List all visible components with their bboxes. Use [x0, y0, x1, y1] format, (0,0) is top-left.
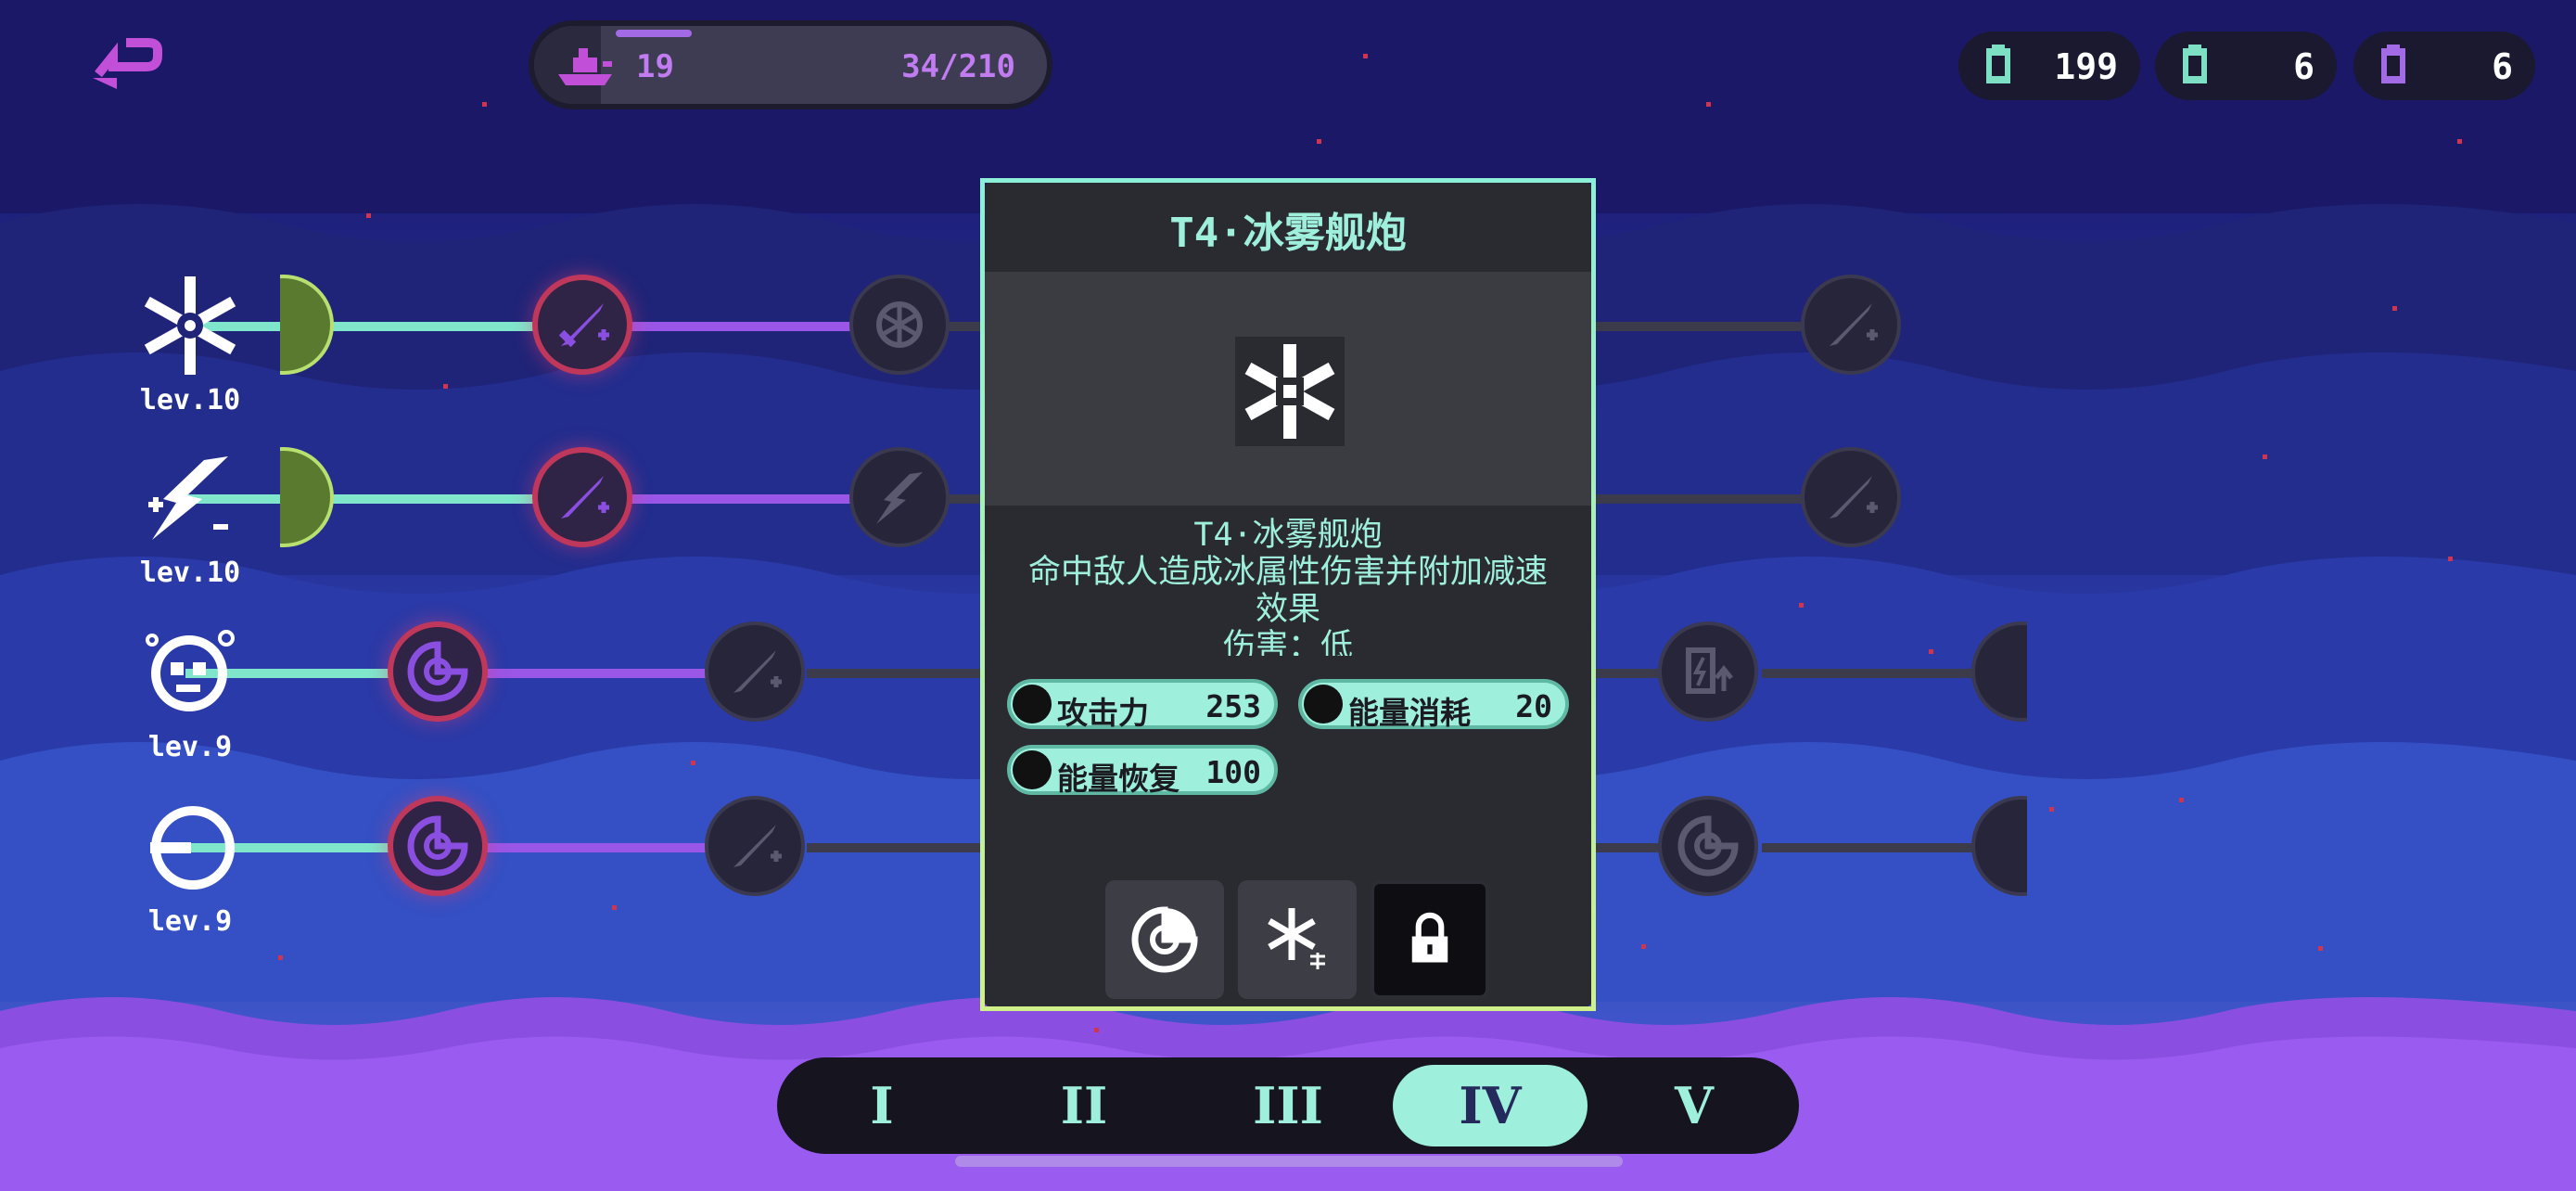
- path-line: [631, 494, 853, 504]
- battery-up-icon: [1686, 647, 1733, 694]
- path-line: [1762, 843, 1975, 852]
- purple-cell-icon: [2381, 45, 2405, 83]
- ice-lightning-icon[interactable]: [139, 447, 241, 549]
- stat-attack: 攻击力 253: [1007, 679, 1278, 731]
- sword-plus-node[interactable]: [705, 621, 805, 722]
- radar-icon: [1677, 815, 1739, 877]
- tab-tier-1[interactable]: I: [784, 1065, 979, 1146]
- sword-plus-node[interactable]: [1801, 447, 1901, 547]
- tab-tier-2[interactable]: II: [987, 1065, 1181, 1146]
- sword-plus-node[interactable]: [532, 275, 632, 375]
- back-arrow-icon[interactable]: [89, 37, 172, 93]
- xp-progress: [616, 30, 692, 37]
- path-line: [487, 669, 709, 678]
- stat-value: 100: [1205, 754, 1261, 790]
- radar-icon: [407, 815, 468, 877]
- desc-line: 命中敌人造成冰属性伤害并附加减速: [1027, 554, 1548, 591]
- snowflake-upgrade-icon: [1268, 908, 1329, 971]
- stat-label: 能量消耗: [1348, 695, 1471, 731]
- row-level: lev.10: [139, 384, 241, 416]
- slot-snowflake-upgrade[interactable]: [1238, 880, 1357, 999]
- path-line: [487, 843, 709, 852]
- teal-cell-icon: [2183, 45, 2207, 83]
- sword-plus-node[interactable]: [1801, 275, 1901, 375]
- lock-icon: [1411, 912, 1448, 963]
- weapon-description: T4·冰雾舰炮 命中敌人造成冰属性伤害并附加减速 效果 伤害：低: [994, 517, 1582, 656]
- desc-line: 伤害：低: [1222, 628, 1353, 656]
- radar-node[interactable]: [388, 621, 488, 722]
- sword-plus-node[interactable]: [532, 447, 632, 547]
- node-partial[interactable]: [280, 447, 336, 547]
- stat-label: 攻击力: [1057, 695, 1149, 731]
- resource-value: 6: [2293, 46, 2315, 87]
- resource-value: 199: [2054, 46, 2118, 87]
- resource-battery[interactable]: 199: [1958, 32, 2140, 100]
- radar-node[interactable]: [1658, 796, 1758, 896]
- row-level: lev.9: [147, 905, 233, 938]
- sword-plus-icon: [1830, 476, 1878, 519]
- path-line: [1762, 669, 1975, 678]
- ship-icon: [558, 48, 612, 85]
- node-partial[interactable]: [1971, 621, 2027, 722]
- desc-title: T4·冰雾舰炮: [1193, 517, 1383, 554]
- skull-cloud-icon[interactable]: [139, 621, 241, 724]
- path-line: [946, 494, 983, 504]
- stat-dot: [1304, 685, 1343, 724]
- slot-radar[interactable]: [1105, 880, 1224, 999]
- stat-dot: [1013, 750, 1052, 789]
- path-line: [1595, 322, 1808, 331]
- resource-teal-cell[interactable]: 6: [2155, 32, 2337, 100]
- stat-dot: [1013, 685, 1052, 724]
- path-line: [807, 843, 983, 852]
- row-level: lev.10: [139, 557, 241, 589]
- sword-plus-icon: [733, 650, 782, 693]
- resource-purple-cell[interactable]: 6: [2353, 32, 2535, 100]
- node-partial[interactable]: [280, 275, 336, 375]
- sword-plus-node[interactable]: [705, 796, 805, 896]
- desc-line: 效果: [1255, 591, 1320, 628]
- energy-up-node[interactable]: [1658, 621, 1758, 722]
- ship-xp: 34/210: [901, 48, 1015, 85]
- path-line: [946, 322, 983, 331]
- stat-value: 20: [1515, 688, 1552, 724]
- ring-icon[interactable]: [139, 796, 241, 898]
- ship-level: 19: [636, 48, 674, 85]
- weapon-detail-popup: T4·冰雾舰炮 T4·冰雾舰炮 命中敌人造成冰属性伤害并附加减速 效果 伤害：低…: [980, 178, 1596, 1011]
- sword-plus-icon: [1830, 303, 1878, 346]
- radar-icon: [1131, 906, 1198, 973]
- snowflake-badge-icon: [876, 301, 923, 348]
- sword-plus-icon: [561, 476, 609, 519]
- row-level: lev.9: [147, 731, 233, 763]
- stat-label: 能量恢复: [1057, 761, 1180, 797]
- slot-locked[interactable]: [1371, 880, 1489, 999]
- radar-node[interactable]: [388, 796, 488, 896]
- stat-value: 253: [1205, 688, 1261, 724]
- path-line: [807, 669, 983, 678]
- large-snowflake-icon: [1235, 337, 1345, 446]
- teal-battery-icon: [1986, 45, 2010, 83]
- locked-upgrade-node[interactable]: [849, 447, 950, 547]
- node-partial[interactable]: [1971, 796, 2027, 896]
- home-indicator[interactable]: [955, 1156, 1623, 1167]
- sword-plus-icon: [733, 825, 782, 867]
- tier-tabs: I II III IV V: [777, 1057, 1799, 1154]
- path-line: [1595, 494, 1808, 504]
- radar-icon: [407, 641, 468, 702]
- tab-tier-4[interactable]: IV: [1393, 1065, 1588, 1146]
- ship-level-bar[interactable]: 19 34/210: [529, 20, 1052, 109]
- tab-tier-5[interactable]: V: [1597, 1065, 1792, 1146]
- path-line: [631, 322, 853, 331]
- stat-energy-recovery: 能量恢复 100: [1007, 745, 1278, 797]
- snowflake-icon[interactable]: [139, 275, 241, 377]
- tab-tier-3[interactable]: III: [1191, 1065, 1385, 1146]
- popup-title: T4·冰雾舰炮: [1169, 210, 1407, 257]
- weapon-preview: [985, 272, 1591, 506]
- locked-upgrade-node[interactable]: [849, 275, 950, 375]
- stat-energy-cost: 能量消耗 20: [1298, 679, 1569, 731]
- lightning-badge-icon: [876, 472, 923, 524]
- sword-plus-icon: [558, 303, 609, 348]
- resource-value: 6: [2492, 46, 2513, 87]
